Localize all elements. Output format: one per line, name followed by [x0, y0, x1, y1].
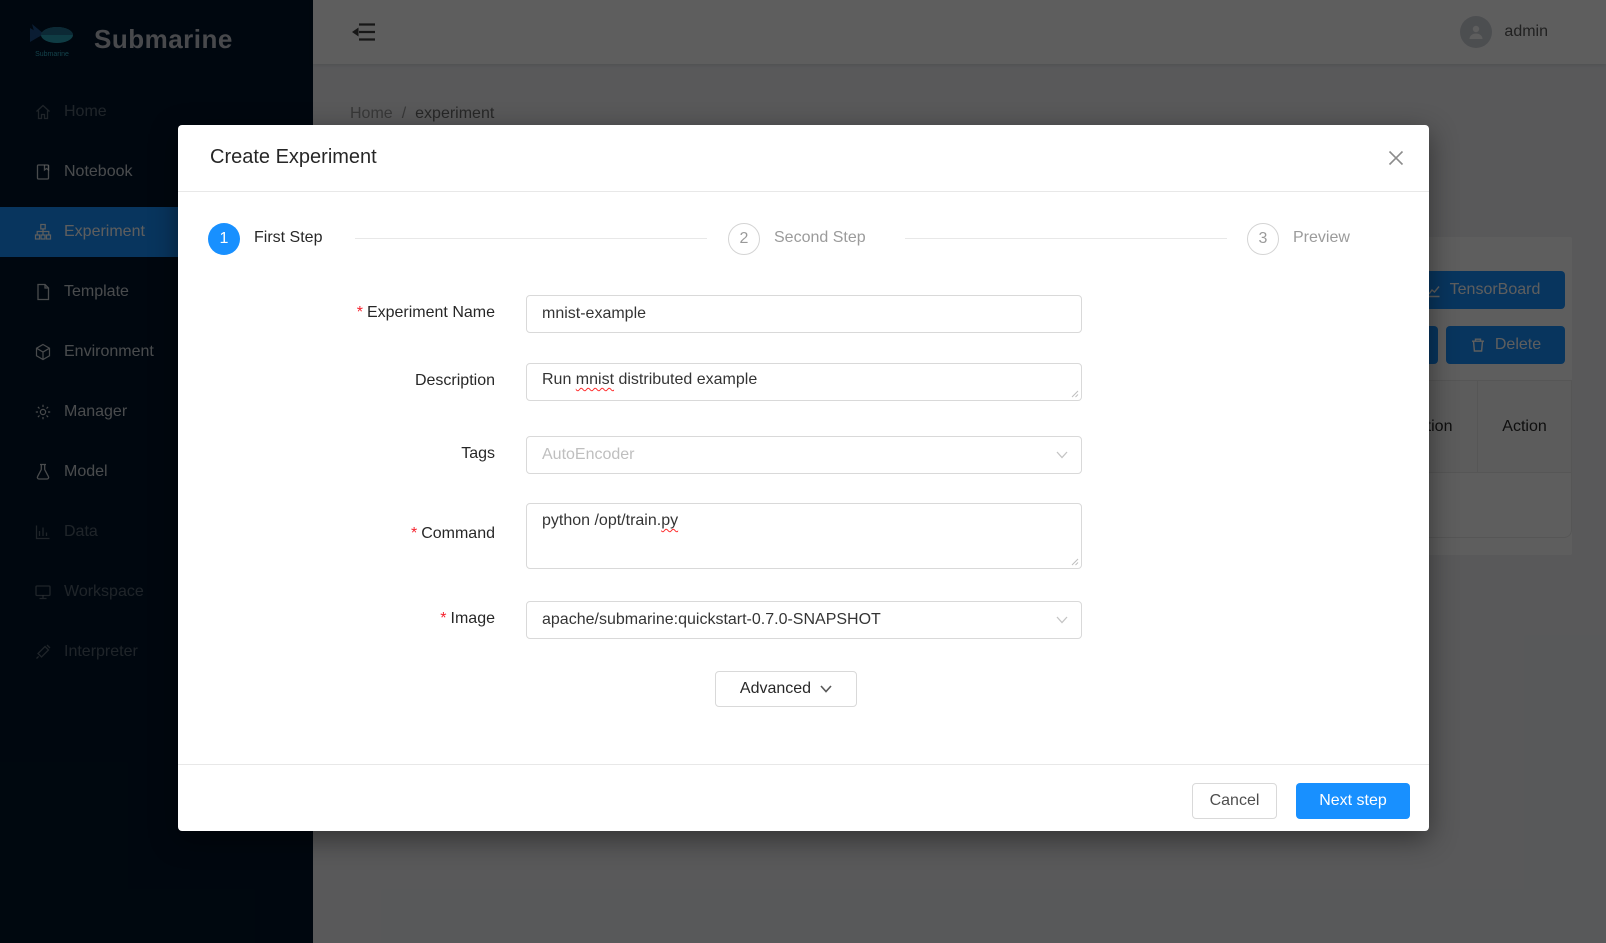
required-mark: *	[411, 525, 417, 542]
create-experiment-modal: Create Experiment 1 First Step 2 Second …	[178, 125, 1429, 831]
tags-placeholder: AutoEncoder	[542, 446, 635, 463]
resize-handle-icon[interactable]	[1069, 556, 1079, 566]
step-connector-1	[355, 238, 707, 239]
misspelled-word: py	[661, 512, 678, 529]
tags-label: Tags	[178, 445, 495, 463]
step-3-label: Preview	[1293, 229, 1350, 247]
image-select-value: apache/submarine:quickstart-0.7.0-SNAPSH…	[542, 611, 881, 628]
advanced-button-label: Advanced	[740, 680, 811, 698]
chevron-down-icon	[1056, 616, 1068, 624]
chevron-down-icon	[1056, 451, 1068, 459]
required-mark: *	[440, 610, 446, 627]
tags-select[interactable]: AutoEncoder	[526, 436, 1082, 474]
misspelled-word: mnist	[576, 371, 614, 388]
step-1-label: First Step	[254, 229, 322, 247]
next-step-button[interactable]: Next step	[1296, 783, 1410, 819]
description-label: Description	[178, 372, 495, 390]
step-1-circle: 1	[208, 223, 240, 255]
modal-footer: Cancel Next step	[178, 764, 1429, 831]
chevron-down-icon	[820, 685, 832, 693]
modal-title: Create Experiment	[210, 146, 377, 169]
resize-handle-icon[interactable]	[1069, 388, 1079, 398]
modal-header: Create Experiment	[178, 125, 1429, 192]
close-button[interactable]	[1383, 145, 1409, 171]
close-icon	[1387, 149, 1405, 167]
screen: Submarine Submarine Home Notebook Experi…	[0, 0, 1606, 943]
command-label: *Command	[178, 525, 495, 543]
required-mark: *	[357, 304, 363, 321]
experiment-name-input[interactable]	[526, 295, 1082, 333]
cancel-button[interactable]: Cancel	[1192, 783, 1277, 819]
image-label: *Image	[178, 610, 495, 628]
description-textarea[interactable]: Run mnist distributed example	[526, 363, 1082, 401]
step-connector-2	[905, 238, 1227, 239]
command-textarea[interactable]: python /opt/train.py	[526, 503, 1082, 569]
step-3-circle: 3	[1247, 223, 1279, 255]
step-2-label: Second Step	[774, 229, 866, 247]
experiment-name-label: *Experiment Name	[178, 304, 495, 322]
advanced-button[interactable]: Advanced	[715, 671, 857, 707]
image-select[interactable]: apache/submarine:quickstart-0.7.0-SNAPSH…	[526, 601, 1082, 639]
step-2-circle: 2	[728, 223, 760, 255]
